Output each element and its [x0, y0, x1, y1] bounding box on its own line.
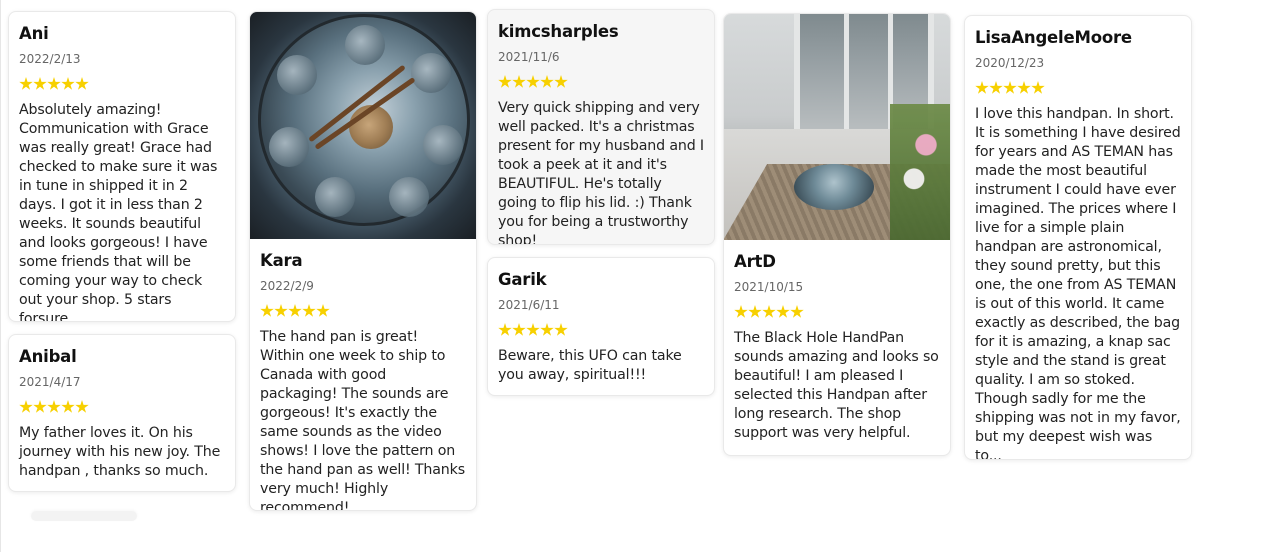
review-date: 2021/4/17 — [19, 375, 81, 389]
star-rating — [498, 323, 704, 339]
review-card-ani[interactable]: Ani 2022/2/13 Absolutely amazing! Commun… — [8, 11, 236, 322]
star-icon — [776, 305, 790, 318]
star-icon — [274, 304, 288, 317]
review-text: Very quick shipping and very well packed… — [498, 100, 704, 245]
review-card-kimcsharples[interactable]: kimcsharples 2021/11/6 Very quick shippi… — [487, 9, 715, 245]
star-icon — [790, 305, 804, 318]
star-icon — [540, 323, 554, 336]
star-rating — [498, 75, 704, 91]
review-date: 2021/6/11 — [498, 298, 560, 312]
star-icon — [1031, 81, 1045, 94]
star-icon — [554, 75, 568, 88]
handpan-image — [794, 164, 874, 210]
star-rating — [734, 305, 940, 321]
star-icon — [1003, 81, 1017, 94]
star-rating — [260, 304, 466, 320]
reviews-masonry: Ani 2022/2/13 Absolutely amazing! Commun… — [0, 0, 1284, 552]
review-photo[interactable] — [724, 14, 950, 240]
star-icon — [526, 323, 540, 336]
star-rating — [975, 81, 1181, 97]
star-icon — [61, 400, 75, 413]
star-icon — [512, 323, 526, 336]
reviewer-name: Ani — [19, 24, 49, 43]
star-icon — [75, 400, 89, 413]
star-icon — [288, 304, 302, 317]
review-date: 2021/11/6 — [498, 50, 560, 64]
star-icon — [498, 323, 512, 336]
review-text: I love this handpan. In short. It is som… — [975, 106, 1181, 460]
star-icon — [19, 77, 33, 90]
star-icon — [316, 304, 330, 317]
review-text: The Black Hole HandPan sounds amazing an… — [734, 330, 939, 441]
reviewer-name: ArtD — [734, 252, 776, 271]
review-date: 2020/12/23 — [975, 56, 1045, 70]
star-icon — [75, 77, 89, 90]
review-text: Absolutely amazing! Communication with G… — [19, 102, 218, 322]
star-icon — [512, 75, 526, 88]
star-icon — [975, 81, 989, 94]
review-photo[interactable] — [250, 12, 476, 239]
review-card-kara[interactable]: Kara 2022/2/9 The hand pan is great! Wit… — [249, 11, 477, 511]
star-rating — [19, 400, 225, 416]
review-card-garik[interactable]: Garik 2021/6/11 Beware, this UFO can tak… — [487, 257, 715, 396]
flowers-image — [890, 104, 950, 240]
star-icon — [540, 75, 554, 88]
star-icon — [302, 304, 316, 317]
review-text: The hand pan is great! Within one week t… — [260, 329, 465, 511]
reviewer-name: Anibal — [19, 347, 77, 366]
load-more-placeholder — [31, 511, 137, 521]
handpan-image — [258, 14, 470, 226]
star-icon — [47, 77, 61, 90]
review-card-lisaangelemoore[interactable]: LisaAngeleMoore 2020/12/23 I love this h… — [964, 15, 1192, 460]
review-text: My father loves it. On his journey with … — [19, 425, 221, 479]
star-icon — [498, 75, 512, 88]
star-icon — [260, 304, 274, 317]
star-rating — [19, 77, 225, 93]
star-icon — [33, 77, 47, 90]
review-date: 2022/2/13 — [19, 52, 81, 66]
reviewer-name: Garik — [498, 270, 547, 289]
reviewer-name: kimcsharples — [498, 22, 619, 41]
review-date: 2021/10/15 — [734, 280, 804, 294]
star-icon — [748, 305, 762, 318]
star-icon — [734, 305, 748, 318]
review-date: 2022/2/9 — [260, 279, 314, 293]
star-icon — [61, 77, 75, 90]
star-icon — [19, 400, 33, 413]
review-card-anibal[interactable]: Anibal 2021/4/17 My father loves it. On … — [8, 334, 236, 492]
star-icon — [526, 75, 540, 88]
star-icon — [989, 81, 1003, 94]
star-icon — [762, 305, 776, 318]
review-card-artd[interactable]: ArtD 2021/10/15 The Black Hole HandPan s… — [723, 13, 951, 456]
reviewer-name: LisaAngeleMoore — [975, 28, 1132, 47]
star-icon — [47, 400, 61, 413]
star-icon — [33, 400, 47, 413]
star-icon — [554, 323, 568, 336]
star-icon — [1017, 81, 1031, 94]
review-text: Beware, this UFO can take you away, spir… — [498, 348, 682, 383]
reviewer-name: Kara — [260, 251, 303, 270]
